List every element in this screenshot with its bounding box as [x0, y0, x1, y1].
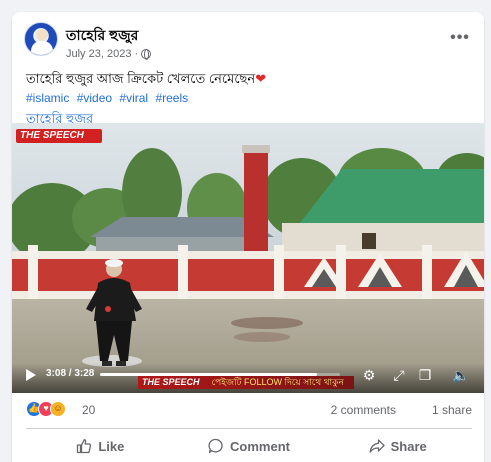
- reactions-bar: 👍 ♥ ☺ 20 2 comments 1 share: [26, 401, 472, 421]
- action-divider: [26, 428, 472, 429]
- comment-bubble-icon: [208, 438, 223, 454]
- page-name-link[interactable]: তাহেরি হুজুর: [66, 24, 138, 48]
- reaction-count[interactable]: 20: [82, 403, 95, 417]
- hashtag-link[interactable]: #reels: [155, 91, 188, 105]
- post-caption: তাহেরি হুজুর আজ ক্রিকেট খেলতে নেমেছেন❤: [26, 70, 266, 91]
- avatar-head: [36, 29, 48, 41]
- post-date[interactable]: July 23, 2023: [66, 48, 131, 60]
- hashtag-link[interactable]: #video: [77, 91, 112, 105]
- like-label: Like: [98, 438, 125, 454]
- page-avatar[interactable]: [24, 22, 58, 56]
- thumbs-up-icon: [77, 439, 92, 454]
- care-reaction-icon: ☺: [50, 401, 66, 417]
- video-time: 3:08 / 3:28: [46, 368, 95, 379]
- more-options-icon[interactable]: •••: [448, 28, 472, 52]
- brand-watermark-top: THE SPEECH: [16, 129, 102, 143]
- avatar-body: [31, 41, 53, 55]
- share-button[interactable]: Share: [323, 432, 472, 460]
- hashtag-list: #islamic #video #viral #reels: [26, 91, 192, 105]
- comment-label: Comment: [230, 438, 290, 454]
- picture-in-picture-icon[interactable]: ❐: [416, 367, 434, 383]
- reaction-icons[interactable]: 👍 ♥ ☺: [26, 401, 66, 417]
- settings-gear-icon[interactable]: ⚙: [360, 367, 378, 383]
- globe-icon: [141, 49, 152, 60]
- play-icon[interactable]: [26, 369, 36, 381]
- heart-emoji-icon: ❤: [255, 71, 267, 86]
- comment-button[interactable]: Comment: [175, 432, 324, 460]
- post-card: তাহেরি হুজুর July 23, 2023 · ••• তাহেরি …: [12, 12, 484, 462]
- post-header: তাহেরি হুজুর July 23, 2023 · •••: [24, 22, 472, 66]
- like-button[interactable]: Like: [26, 432, 175, 460]
- volume-muted-icon[interactable]: 🔈: [452, 367, 470, 383]
- comments-count[interactable]: 2 comments: [331, 403, 396, 417]
- fullscreen-expand-icon[interactable]: ⤢: [390, 367, 408, 383]
- share-arrow-icon: [369, 439, 385, 453]
- follow-prompt: পেইজটি FOLLOW দিয়ে সাথে থাকুন: [211, 377, 344, 387]
- post-meta: July 23, 2023 ·: [66, 48, 152, 60]
- brand-banner-bottom: THE SPEECH পেইজটি FOLLOW দিয়ে সাথে থাকুন: [138, 376, 354, 389]
- video-frame: [12, 123, 484, 393]
- post-actions: Like Comment Share: [26, 432, 472, 460]
- video-player[interactable]: THE SPEECH 3:08 / 3:28 ⚙ ⤢ ❐ 🔈 THE SPEEC…: [12, 123, 484, 393]
- share-label: Share: [390, 438, 427, 454]
- caption-text: তাহেরি হুজুর আজ ক্রিকেট খেলতে নেমেছেন: [26, 71, 256, 86]
- hashtag-link[interactable]: #islamic: [26, 91, 69, 105]
- hashtag-link[interactable]: #viral: [119, 91, 148, 105]
- date-separator: ·: [134, 48, 139, 60]
- shares-count[interactable]: 1 share: [432, 403, 472, 417]
- brand-banner-name: THE SPEECH: [142, 377, 200, 387]
